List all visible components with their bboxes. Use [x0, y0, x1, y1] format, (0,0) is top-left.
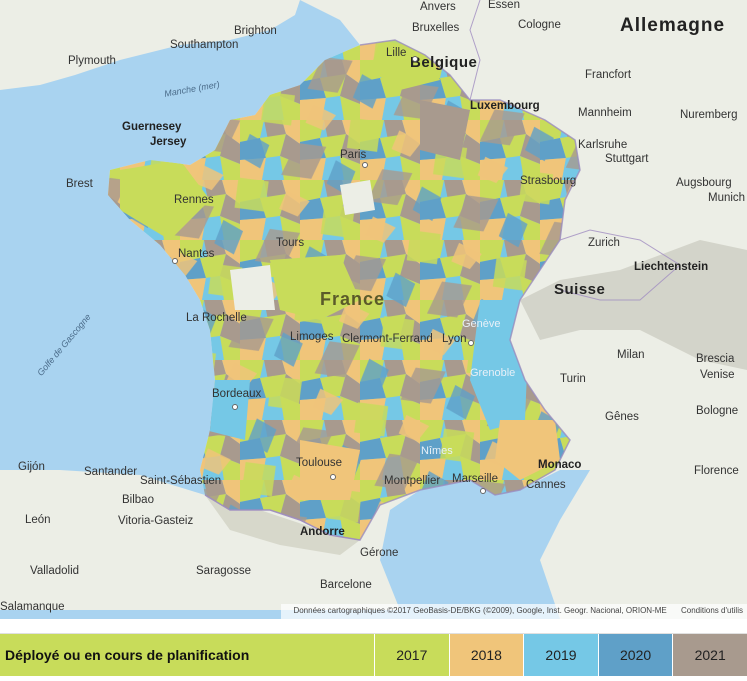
- legend-item-2018: 2018: [448, 634, 524, 676]
- dot-lyon: [468, 340, 474, 346]
- city-augsbourg: Augsbourg: [676, 177, 732, 189]
- city-nimes: Nîmes: [421, 445, 453, 457]
- city-barcelone: Barcelone: [320, 579, 372, 591]
- legend-item-2017: 2017: [374, 634, 449, 676]
- dot-paris: [362, 162, 368, 168]
- label-suisse: Suisse: [554, 281, 606, 298]
- city-bruxelles: Bruxelles: [412, 22, 460, 34]
- city-genes: Gênes: [605, 411, 639, 423]
- label-luxembourg: Luxembourg: [470, 100, 540, 112]
- map-credits: Données cartographiques ©2017 GeoBasis-D…: [281, 604, 747, 619]
- city-nantes: Nantes: [178, 248, 215, 260]
- city-lille: Lille: [386, 47, 407, 59]
- city-saragosse: Saragosse: [196, 565, 251, 577]
- city-cologne: Cologne: [518, 19, 561, 31]
- city-montpellier: Montpellier: [384, 475, 441, 487]
- city-turin: Turin: [560, 373, 586, 385]
- city-la-rochelle: La Rochelle: [186, 312, 247, 324]
- legend-item-2020: 2020: [597, 634, 673, 676]
- legend-title: Déployé ou en cours de planification: [0, 634, 374, 676]
- city-paris: Paris: [340, 149, 367, 161]
- dot-bordeaux: [232, 404, 238, 410]
- city-zurich: Zurich: [588, 237, 620, 249]
- uk-land: [0, 0, 300, 90]
- city-clermont: Clermont-Ferrand: [342, 333, 433, 345]
- city-bordeaux: Bordeaux: [212, 388, 262, 400]
- city-leon: León: [25, 514, 51, 526]
- city-vitoria: Vitoria-Gasteiz: [118, 515, 194, 527]
- city-florence: Florence: [694, 465, 739, 477]
- city-milan: Milan: [617, 349, 645, 361]
- city-marseille: Marseille: [452, 473, 499, 485]
- city-anvers: Anvers: [420, 1, 456, 13]
- city-rennes: Rennes: [174, 194, 214, 206]
- legend-item-2019: 2019: [523, 634, 598, 676]
- label-allemagne: Allemagne: [620, 15, 726, 36]
- city-nuremberg: Nuremberg: [680, 109, 738, 121]
- dot-lille: [412, 56, 418, 62]
- city-mannheim: Mannheim: [578, 107, 632, 119]
- city-cannes: Cannes: [526, 479, 566, 491]
- city-saint-sebastien: Saint-Sébastien: [140, 475, 222, 487]
- city-tours: Tours: [276, 237, 305, 249]
- city-gijon: Gijón: [18, 461, 45, 473]
- city-limoges: Limoges: [290, 331, 334, 343]
- dot-nantes: [172, 258, 178, 264]
- city-munich: Munich: [708, 192, 746, 204]
- city-stuttgart: Stuttgart: [605, 153, 649, 165]
- label-france: France: [320, 289, 386, 309]
- label-jersey: Jersey: [150, 136, 187, 148]
- label-monaco: Monaco: [538, 459, 582, 471]
- city-strasbourg: Strasbourg: [520, 175, 577, 187]
- city-grenoble: Grenoble: [470, 367, 516, 379]
- dot-toulouse: [330, 474, 336, 480]
- city-venise: Venise: [700, 369, 735, 381]
- legend-bar: Déployé ou en cours de planification 201…: [0, 633, 747, 676]
- city-lyon: Lyon: [442, 333, 467, 345]
- city-bologne: Bologne: [696, 405, 739, 417]
- city-southampton: Southampton: [170, 39, 239, 51]
- label-guernesey: Guernesey: [122, 121, 182, 133]
- dot-marseille: [480, 488, 486, 494]
- city-brighton: Brighton: [234, 25, 277, 37]
- label-belgique: Belgique: [410, 54, 478, 71]
- coverage-map[interactable]: Anvers Essen Bruxelles Cologne Allemagne…: [0, 0, 747, 619]
- city-toulouse: Toulouse: [296, 457, 343, 469]
- city-gerone: Gérone: [360, 547, 399, 559]
- terms-link[interactable]: Conditions d'utilis: [681, 606, 743, 615]
- label-andorre: Andorre: [300, 526, 345, 538]
- city-geneve: Genève: [462, 318, 501, 330]
- city-plymouth: Plymouth: [68, 55, 116, 67]
- legend-item-2021: 2021: [672, 634, 747, 676]
- city-karlsruhe: Karlsruhe: [578, 139, 628, 151]
- city-brest: Brest: [66, 178, 93, 190]
- city-essen: Essen: [488, 0, 520, 11]
- city-salamanque: Salamanque: [0, 601, 65, 613]
- map-canvas: [0, 0, 747, 619]
- city-santander: Santander: [84, 466, 138, 478]
- city-brescia: Brescia: [696, 353, 735, 365]
- city-valladolid: Valladolid: [30, 565, 80, 577]
- city-bilbao: Bilbao: [122, 494, 154, 506]
- city-francfort: Francfort: [585, 69, 632, 81]
- label-liechtenstein: Liechtenstein: [634, 261, 709, 273]
- credits-text: Données cartographiques ©2017 GeoBasis-D…: [293, 606, 667, 615]
